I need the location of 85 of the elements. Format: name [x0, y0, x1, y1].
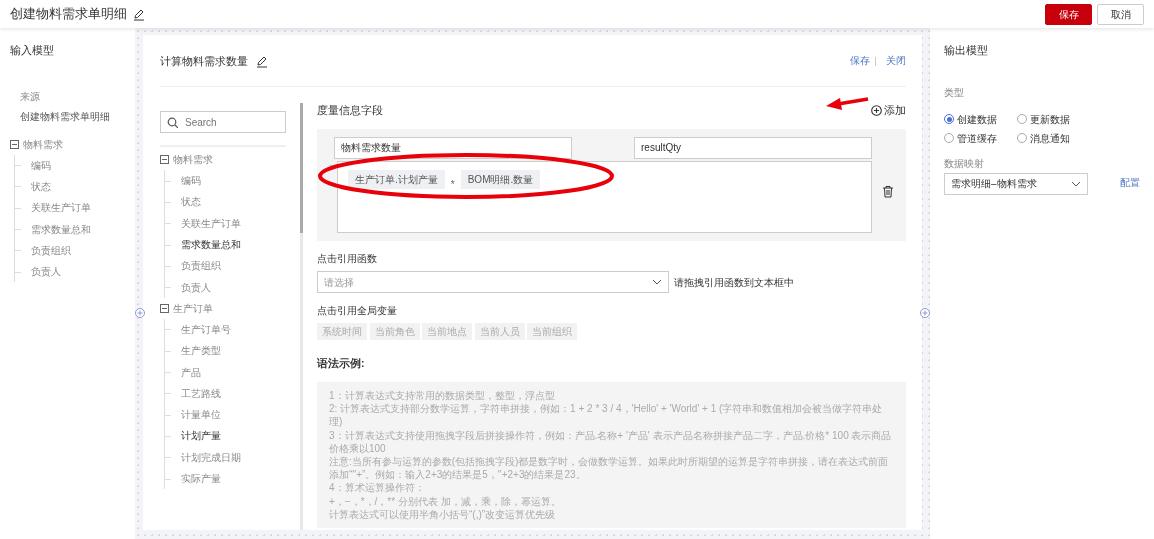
- operator: *: [450, 178, 455, 193]
- variable-tag[interactable]: 当前地点: [422, 323, 472, 341]
- plus-icon: [870, 105, 882, 117]
- expression-field[interactable]: 生产订单.计划产量 * BOM明细.数量: [337, 161, 872, 234]
- syntax-line: 1：计算表达式支持常用的数据类型，整型，浮点型: [329, 389, 556, 403]
- syntax-line: 2: 计算表达式支持部分数学运算，字符串拼接，例如：1 + 2 * 3 / 4，'Hello' + 'World' + 1 (字符串和数值相加会被当做字符串处理): [329, 402, 884, 429]
- tree-item[interactable]: 负责人: [15, 261, 125, 283]
- field-label: 数据映射: [944, 156, 985, 171]
- tree-item[interactable]: 编码: [165, 170, 286, 192]
- variable-tag[interactable]: 系统时间: [317, 323, 367, 341]
- modal-title: 计算物料需求数量: [160, 54, 248, 70]
- radio-button[interactable]: [1017, 114, 1027, 124]
- edit-icon[interactable]: [133, 7, 145, 21]
- tree-node[interactable]: 物料需求: [23, 136, 63, 152]
- tree-item[interactable]: 状态: [15, 175, 125, 198]
- radio-button[interactable]: [1017, 133, 1027, 143]
- field-token[interactable]: 生产订单.计划产量: [348, 170, 445, 190]
- add-button[interactable]: 添加: [870, 103, 906, 119]
- search-field[interactable]: Search: [160, 111, 286, 133]
- syntax-line: 4：算术运算操作符：: [329, 481, 426, 495]
- source-label: 来源: [20, 89, 41, 104]
- page-title: 创建物料需求单明细: [10, 5, 127, 24]
- section-title: 语法示例:: [317, 356, 366, 372]
- tree-item[interactable]: 编码: [15, 154, 125, 176]
- field-label: 点击引用全局变量: [317, 304, 398, 319]
- function-select[interactable]: 请选择: [317, 271, 669, 294]
- tree-node[interactable]: 生产订单: [173, 300, 213, 316]
- field-label: 点击引用函数: [317, 252, 378, 267]
- radio-label: 消息通知: [1029, 131, 1070, 146]
- source-value: 创建物料需求单明细: [20, 109, 111, 124]
- tree-item[interactable]: 需求数量总和: [165, 233, 286, 256]
- tree-item[interactable]: 关联生产订单: [15, 197, 125, 219]
- tree-item[interactable]: 工艺路线: [165, 382, 286, 404]
- variable-tag[interactable]: 当前组织: [527, 323, 577, 341]
- cancel-button[interactable]: 取消: [1097, 3, 1144, 25]
- syntax-line: 注意:当所有参与运算的参数(包括拖拽字段)都是数字时，会做数学运算。如果此时所期望的运算是字符串拼接，请在表达式前面添加“''+”。例如：输入2+3的结果是5，''+2+3的结果是23。: [329, 454, 890, 482]
- save-link[interactable]: 保存: [850, 54, 870, 69]
- chevron-down-icon: [652, 278, 662, 287]
- field-token[interactable]: BOM明细.数量: [460, 170, 541, 190]
- field-label: 类型: [944, 85, 965, 100]
- code-field[interactable]: resultQty: [634, 136, 872, 159]
- tree-item[interactable]: 计量单位: [165, 403, 286, 426]
- edit-icon[interactable]: [256, 55, 268, 68]
- add-handle-icon[interactable]: [920, 308, 930, 318]
- tree-item[interactable]: 负责人: [165, 276, 286, 298]
- tree-item[interactable]: 关联生产订单: [165, 212, 286, 234]
- mapping-select[interactable]: 需求明细–物料需求: [944, 172, 1088, 195]
- collapse-icon[interactable]: [160, 303, 169, 313]
- save-button[interactable]: 保存: [1045, 3, 1092, 25]
- radio-label: 创建数据: [956, 112, 997, 127]
- config-link[interactable]: 配置: [1120, 176, 1140, 191]
- tree-node[interactable]: 物料需求: [173, 152, 213, 167]
- close-link[interactable]: 关闭: [886, 54, 906, 69]
- collapse-icon[interactable]: [10, 139, 19, 149]
- radio-option[interactable]: 消息通知: [1017, 130, 1097, 146]
- tree-item[interactable]: 生产类型: [165, 340, 286, 362]
- variable-tag[interactable]: 当前角色: [369, 323, 420, 341]
- tree-item[interactable]: 需求数量总和: [15, 218, 125, 240]
- trash-icon[interactable]: [882, 184, 894, 198]
- hint-text: 请拖拽引用函数到文本框中: [674, 275, 794, 290]
- tree-item[interactable]: 状态: [165, 191, 286, 213]
- radio-option[interactable]: 创建数据: [944, 111, 1017, 127]
- radio-label: 管道缓存: [956, 131, 997, 146]
- add-handle-icon[interactable]: [135, 308, 145, 318]
- section-title: 度量信息字段: [317, 103, 383, 118]
- tree-item[interactable]: 实际产量: [165, 467, 286, 490]
- radio-button[interactable]: [944, 114, 954, 124]
- radio-button[interactable]: [944, 133, 954, 143]
- syntax-line: 计算表达式可以使用半角小括号“(,)”改变运算优先级: [329, 507, 557, 521]
- radio-option[interactable]: 更新数据: [1017, 111, 1097, 127]
- radio-option[interactable]: 管道缓存: [944, 130, 1017, 146]
- tree-item[interactable]: 产品: [165, 361, 286, 383]
- tree-item[interactable]: 负责组织: [15, 239, 125, 261]
- name-field[interactable]: 物料需求数量: [334, 136, 572, 159]
- tree-item[interactable]: 计划完成日期: [165, 446, 286, 468]
- annotation-arrow: [826, 97, 869, 110]
- panel-title: 输入模型: [10, 43, 55, 58]
- panel-title: 输出模型: [944, 43, 989, 58]
- tree-item[interactable]: 生产订单号: [165, 318, 286, 341]
- radio-label: 更新数据: [1029, 112, 1070, 127]
- collapse-icon[interactable]: [160, 155, 169, 164]
- tree-item[interactable]: 计划产量: [165, 425, 286, 447]
- tree-item[interactable]: 负责组织: [165, 255, 286, 277]
- chevron-down-icon: [1071, 179, 1081, 188]
- variable-tag[interactable]: 当前人员: [474, 323, 525, 341]
